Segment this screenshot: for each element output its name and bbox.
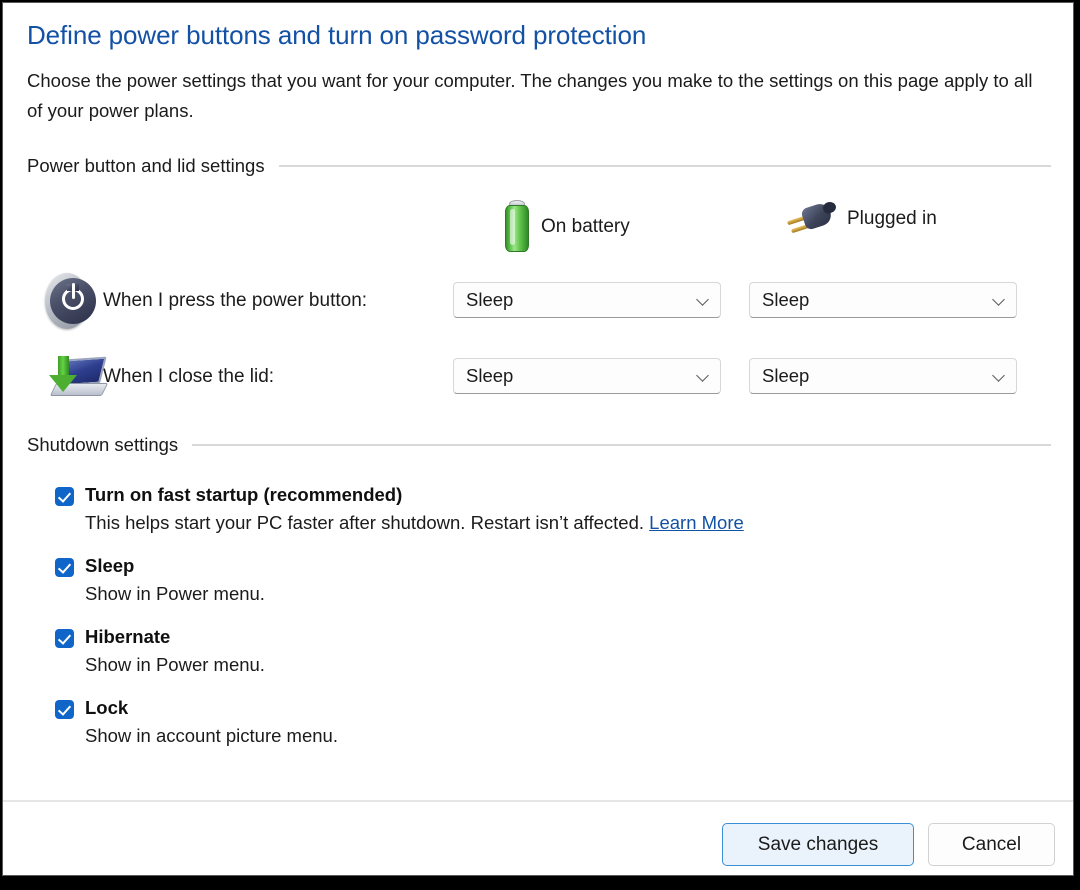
- checkbox-item-hibernate: Hibernate Show in Power menu.: [55, 626, 1051, 676]
- power-button-icon-wrap: [27, 273, 96, 329]
- page-title: Define power buttons and turn on passwor…: [27, 20, 647, 50]
- checkbox-row[interactable]: Hibernate: [55, 626, 1051, 648]
- power-options-window: Define power buttons and turn on passwor…: [2, 2, 1074, 876]
- column-header-on-battery: On battery: [503, 200, 630, 254]
- save-changes-button[interactable]: Save changes: [722, 823, 914, 866]
- window-content: Define power buttons and turn on passwor…: [3, 3, 1073, 800]
- checkbox-fast-startup[interactable]: [55, 487, 74, 506]
- column-label-on-battery: On battery: [541, 216, 630, 237]
- checkbox-description-hibernate: Show in Power menu.: [85, 654, 265, 675]
- setting-label-power-button: When I press the power button:: [103, 290, 368, 311]
- checkbox-item-lock: Lock Show in account picture menu.: [55, 697, 1051, 747]
- setting-label-close-lid: When I close the lid:: [103, 366, 275, 387]
- dropdown-value: Sleep: [762, 365, 810, 386]
- dropdown-value: Sleep: [762, 289, 810, 310]
- checkbox-label-sleep: Sleep: [85, 555, 135, 576]
- chevron-down-icon: [992, 369, 1006, 383]
- group-label: Power button and lid settings: [27, 155, 265, 176]
- checkbox-lock[interactable]: [55, 700, 74, 719]
- dropdown-power-button-on-battery[interactable]: Sleep: [453, 282, 721, 318]
- column-label-plugged-in: Plugged in: [847, 208, 937, 229]
- laptop-lid-close-icon-wrap: [27, 352, 109, 402]
- checkbox-item-sleep: Sleep Show in Power menu.: [55, 555, 1051, 605]
- battery-icon: [503, 200, 531, 254]
- checkbox-row[interactable]: Lock: [55, 697, 1051, 719]
- chevron-down-icon: [992, 293, 1006, 307]
- chevron-down-icon: [696, 293, 710, 307]
- group-header-power-button-and-lid-settings: Power button and lid settings: [27, 155, 1051, 177]
- cancel-button[interactable]: Cancel: [928, 823, 1055, 866]
- column-header-plugged-in: Plugged in: [785, 200, 937, 238]
- checkbox-label-hibernate: Hibernate: [85, 626, 171, 647]
- dropdown-close-lid-on-battery[interactable]: Sleep: [453, 358, 721, 394]
- chevron-down-icon: [696, 369, 710, 383]
- dropdown-close-lid-plugged-in[interactable]: Sleep: [749, 358, 1017, 394]
- checkbox-description-sleep: Show in Power menu.: [85, 583, 265, 604]
- checkbox-sleep[interactable]: [55, 558, 74, 577]
- checkbox-label-fast-startup: Turn on fast startup (recommended): [85, 484, 403, 505]
- dialog-footer: Save changes Cancel: [3, 800, 1073, 875]
- group-header-shutdown-settings: Shutdown settings: [27, 434, 1051, 456]
- dropdown-value: Sleep: [466, 289, 514, 310]
- checkbox-description-fast-startup: This helps start your PC faster after sh…: [85, 512, 1051, 534]
- power-button-icon: [45, 273, 96, 329]
- checkbox-hibernate[interactable]: [55, 629, 74, 648]
- dropdown-value: Sleep: [466, 365, 514, 386]
- checkbox-item-fast-startup: Turn on fast startup (recommended) This …: [55, 484, 1051, 534]
- power-plug-icon: [785, 200, 838, 238]
- group-divider: [192, 444, 1051, 446]
- checkbox-row[interactable]: Sleep: [55, 555, 1051, 577]
- group-label: Shutdown settings: [27, 434, 179, 455]
- checkbox-row[interactable]: Turn on fast startup (recommended): [55, 484, 1051, 506]
- page-description: Choose the power settings that you want …: [27, 70, 1033, 121]
- description-text: This helps start your PC faster after sh…: [85, 512, 645, 533]
- laptop-lid-close-icon: [45, 352, 109, 402]
- learn-more-link[interactable]: Learn More: [649, 512, 744, 533]
- group-divider: [278, 165, 1051, 167]
- checkbox-label-lock: Lock: [85, 697, 129, 718]
- checkbox-description-lock: Show in account picture menu.: [85, 725, 338, 746]
- dropdown-power-button-plugged-in[interactable]: Sleep: [749, 282, 1017, 318]
